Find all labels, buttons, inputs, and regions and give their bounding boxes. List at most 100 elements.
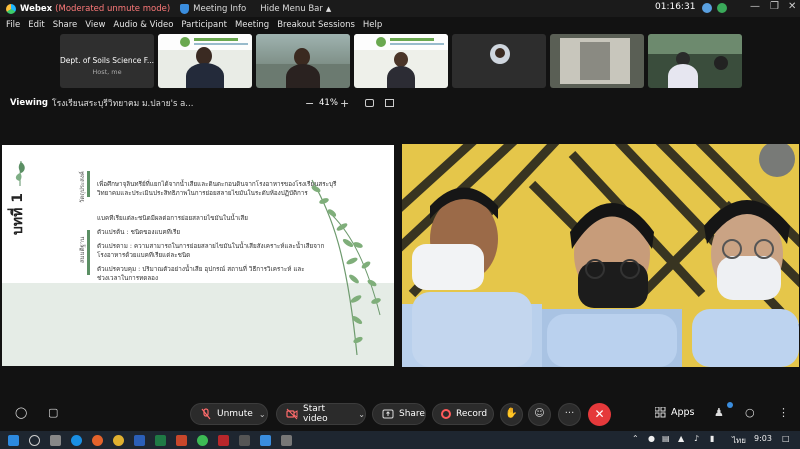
start-video-button[interactable]: Start video ⌄ [276, 403, 366, 425]
apps-button[interactable]: Apps [655, 407, 695, 418]
share-button[interactable]: Share [372, 403, 426, 425]
participant-tile-video[interactable] [354, 34, 448, 88]
chapter-heading: บทที่ 1 [10, 193, 26, 235]
section-divider [87, 171, 90, 197]
active-speaker-video[interactable] [402, 144, 799, 367]
section-divider [87, 230, 90, 275]
more-panels-icon[interactable]: ⋮ [778, 406, 789, 419]
notification-badge [727, 402, 733, 408]
participant-tile-video[interactable] [256, 34, 350, 88]
title-bar: Webex (Moderated unmute mode) Meeting In… [0, 0, 800, 17]
status-icon[interactable] [702, 3, 712, 13]
line-icon[interactable] [197, 434, 208, 446]
acrobat-icon[interactable] [218, 434, 229, 446]
reactions-emoji-icon[interactable]: ☺ [528, 403, 551, 426]
tray-wifi-icon[interactable]: ▲ [678, 434, 684, 443]
search-icon[interactable] [29, 434, 40, 446]
close-button[interactable]: ✕ [788, 1, 796, 12]
chevron-down-icon[interactable]: ⌄ [259, 410, 266, 419]
hypothesis-label: สมมติฐาน [79, 236, 86, 263]
video-banner [354, 34, 448, 50]
meeting-info-button[interactable]: Meeting Info [193, 4, 246, 14]
chat-bubble-icon[interactable]: ▢ [48, 406, 58, 419]
minimize-button[interactable]: — [750, 1, 760, 12]
apps-grid-icon [655, 407, 666, 418]
firefox-icon[interactable] [92, 434, 103, 446]
unmute-label: Unmute [217, 409, 253, 419]
tray-battery-icon[interactable]: ▮ [710, 434, 714, 443]
menu-help[interactable]: Help [363, 20, 382, 30]
restore-button[interactable]: ❐ [770, 1, 779, 12]
share-label: Share [399, 409, 425, 419]
video-off-icon [286, 408, 298, 420]
shield-icon[interactable] [180, 3, 190, 14]
participant-role: Host, me [92, 68, 122, 76]
participant-name: Dept. of Soils Science F... [60, 56, 154, 65]
word-icon[interactable] [134, 434, 145, 446]
menu-participant[interactable]: Participant [181, 20, 227, 30]
record-icon [441, 409, 451, 419]
shared-slide: บทที่ 1 วัตถุประสงค์ สมมติฐาน เพื่อศึกษา… [2, 145, 394, 366]
zoom-out-button[interactable]: − [305, 97, 314, 110]
participant-tile-avatar[interactable] [452, 34, 546, 88]
slide-text-line: วิทยาคมและประเมินประสิทธิภาพในการย่อยสลา… [97, 190, 308, 197]
chevron-up-icon[interactable]: ▲ [326, 5, 331, 13]
zoom-level: 41% [319, 98, 338, 108]
unmute-button[interactable]: Unmute ⌄ [190, 403, 268, 425]
viewing-label: Viewing [10, 98, 49, 108]
tray-chevron-icon[interactable]: ⌃ [632, 434, 639, 443]
slide-text-line: ช่วงเวลาในการทดลอง [97, 275, 159, 282]
edge-icon[interactable] [71, 434, 82, 446]
menu-meeting[interactable]: Meeting [235, 20, 269, 30]
annotate-icon[interactable] [365, 99, 374, 107]
os-taskbar: ⌃ ● ▤ ▲ ♪ ▮ ไทย 9:03 □ [0, 431, 800, 449]
tray-mic-icon[interactable]: ● [648, 434, 655, 443]
chat-icon[interactable]: ○ [745, 406, 755, 419]
share-view-bar: Viewing โรงเรียนสระบุรีวิทยาคม ม.ปลาย's … [0, 94, 400, 112]
participant-tile-video[interactable] [648, 34, 742, 88]
slide-text-line: ตัวแปรต้น : ชนิดของแบคทีเรีย [97, 229, 181, 236]
end-meeting-button[interactable]: ✕ [588, 403, 611, 426]
menu-share[interactable]: Share [53, 20, 78, 30]
menu-audio-video[interactable]: Audio & Video [113, 20, 173, 30]
start-video-label: Start video [303, 404, 328, 424]
record-button[interactable]: Record [432, 403, 494, 425]
objective-label: วัตถุประสงค์ [79, 171, 86, 203]
app-icon[interactable] [239, 434, 250, 446]
powerpoint-icon[interactable] [176, 434, 187, 446]
avatar[interactable] [717, 3, 727, 13]
slide-text-line: แบคทีเรียแต่ละชนิดมีผลต่อการย่อยสลายไขมั… [97, 215, 248, 222]
participant-tile-host[interactable]: Dept. of Soils Science F... Host, me [60, 34, 154, 88]
more-options-button[interactable]: ··· [558, 403, 581, 426]
branch-illustration-icon [311, 179, 381, 356]
menu-breakout-sessions[interactable]: Breakout Sessions [277, 20, 355, 30]
share-icon [382, 408, 394, 420]
notifications-icon[interactable]: □ [782, 434, 790, 443]
menu-edit[interactable]: Edit [28, 20, 44, 30]
participant-tile-video[interactable] [550, 34, 644, 88]
app-icon[interactable] [281, 434, 292, 446]
leaf-icon [15, 160, 25, 187]
webex-taskbar-icon[interactable] [260, 434, 271, 446]
menu-view[interactable]: View [85, 20, 105, 30]
meeting-timer: 01:16:31 [655, 2, 696, 12]
pop-out-icon[interactable] [385, 99, 394, 107]
tray-clock[interactable]: 9:03 [754, 434, 772, 443]
participant-tile-video[interactable] [158, 34, 252, 88]
tray-network-icon[interactable]: ▤ [662, 434, 670, 443]
webex-logo-icon [6, 3, 16, 14]
chevron-down-icon[interactable]: ⌄ [358, 410, 365, 419]
layout-icon[interactable]: ◯ [15, 406, 27, 419]
reactions-hand-icon[interactable]: ✋ [500, 403, 523, 426]
excel-icon[interactable] [155, 434, 166, 446]
tray-volume-icon[interactable]: ♪ [694, 434, 699, 443]
participants-icon[interactable]: ♟ [714, 406, 724, 419]
zoom-in-button[interactable]: + [340, 97, 349, 110]
task-view-icon[interactable] [50, 434, 61, 446]
hide-menu-bar-button[interactable]: Hide Menu Bar [260, 4, 323, 14]
tray-language[interactable]: ไทย [732, 434, 746, 447]
unmute-mode-label: (Moderated unmute mode) [55, 3, 171, 14]
chrome-icon[interactable] [113, 434, 124, 446]
windows-start-icon[interactable] [8, 434, 19, 446]
menu-file[interactable]: File [6, 20, 20, 30]
